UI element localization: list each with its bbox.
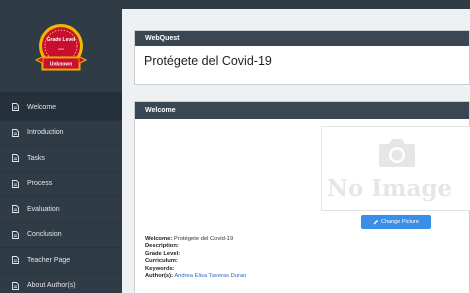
badge-value: --- [58, 47, 64, 53]
change-picture-label: Change Picture [381, 219, 419, 225]
sidebar-item-welcome[interactable]: Welcome [0, 95, 122, 121]
badge-title: Grade Level [47, 37, 76, 43]
sidebar-item-label: Teacher Page [27, 256, 71, 264]
info-description-label: Description: [145, 243, 179, 250]
info-welcome-row: Welcome: Protégete del Covid-19 [145, 236, 246, 243]
welcome-panel-header: Welcome [135, 102, 469, 119]
sidebar-item-label: Tasks [27, 154, 45, 162]
sidebar-nav: Welcome Introduction Tasks Process Evalu… [0, 95, 122, 293]
sidebar-item-label: Introduction [27, 129, 64, 137]
document-icon [12, 179, 19, 188]
sidebar-item-tasks[interactable]: Tasks [0, 146, 122, 172]
sidebar-item-evaluation[interactable]: Evaluation [0, 197, 122, 223]
webquest-info: Welcome: Protégete del Covid-19 Descript… [145, 236, 246, 280]
sidebar-item-about-authors[interactable]: About Author(s) [0, 274, 122, 293]
sidebar: Grade Level --- Unknown Welcome Introduc… [0, 0, 122, 293]
document-icon [12, 281, 19, 290]
info-authors-label: Author(s): [145, 273, 174, 280]
info-keywords-row: Keywords: [145, 266, 246, 273]
info-curriculum-row: Curriculum: [145, 258, 246, 265]
sidebar-item-conclusion[interactable]: Conclusion [0, 223, 122, 248]
document-icon [12, 128, 19, 137]
author-link[interactable]: Andrea Elisa Taveras Duran [174, 273, 246, 279]
grade-level-badge: Grade Level --- Unknown [32, 22, 90, 80]
sidebar-item-label: Evaluation [27, 205, 60, 213]
info-keywords-label: Keywords: [145, 265, 175, 272]
sidebar-item-process[interactable]: Process [0, 172, 122, 197]
page-title: Protégete del Covid-19 [144, 54, 272, 68]
no-image-text: No Image [327, 175, 453, 202]
info-grade-label: Grade Level: [145, 250, 181, 257]
info-grade-row: Grade Level: [145, 251, 246, 258]
badge-ribbon: Unknown [50, 62, 73, 68]
document-icon [12, 103, 19, 112]
info-description-row: Description: [145, 243, 246, 250]
webquest-panel: WebQuest Protégete del Covid-19 [134, 30, 470, 85]
sidebar-item-introduction[interactable]: Introduction [0, 121, 122, 146]
no-image-placeholder: No Image [321, 126, 470, 211]
sidebar-item-label: Conclusion [27, 231, 62, 239]
info-curriculum-label: Curriculum: [145, 258, 178, 265]
grade-level-badge-area: Grade Level --- Unknown [0, 0, 122, 92]
sidebar-item-label: About Author(s) [27, 282, 76, 290]
document-icon [12, 230, 19, 239]
info-welcome-label: Welcome: [145, 236, 173, 242]
welcome-panel: Welcome No Image Change Picture Welcome:… [134, 101, 470, 293]
info-authors-row: Author(s): Andrea Elisa Taveras Duran [145, 273, 246, 280]
document-icon [12, 154, 19, 163]
main-content: WebQuest Protégete del Covid-19 Welcome … [122, 9, 470, 293]
badge-seal-icon: Grade Level --- Unknown [34, 24, 88, 71]
top-bar [122, 0, 470, 9]
document-icon [12, 256, 19, 265]
sidebar-item-teacher-page[interactable]: Teacher Page [0, 248, 122, 274]
document-icon [12, 205, 19, 214]
pencil-icon [373, 220, 379, 225]
camera-icon [379, 139, 415, 167]
info-welcome-value: Protégete del Covid-19 [173, 236, 234, 242]
change-picture-button[interactable]: Change Picture [361, 215, 431, 229]
sidebar-item-label: Welcome [27, 103, 57, 111]
webquest-panel-header: WebQuest [135, 31, 469, 46]
sidebar-item-label: Process [27, 180, 53, 188]
